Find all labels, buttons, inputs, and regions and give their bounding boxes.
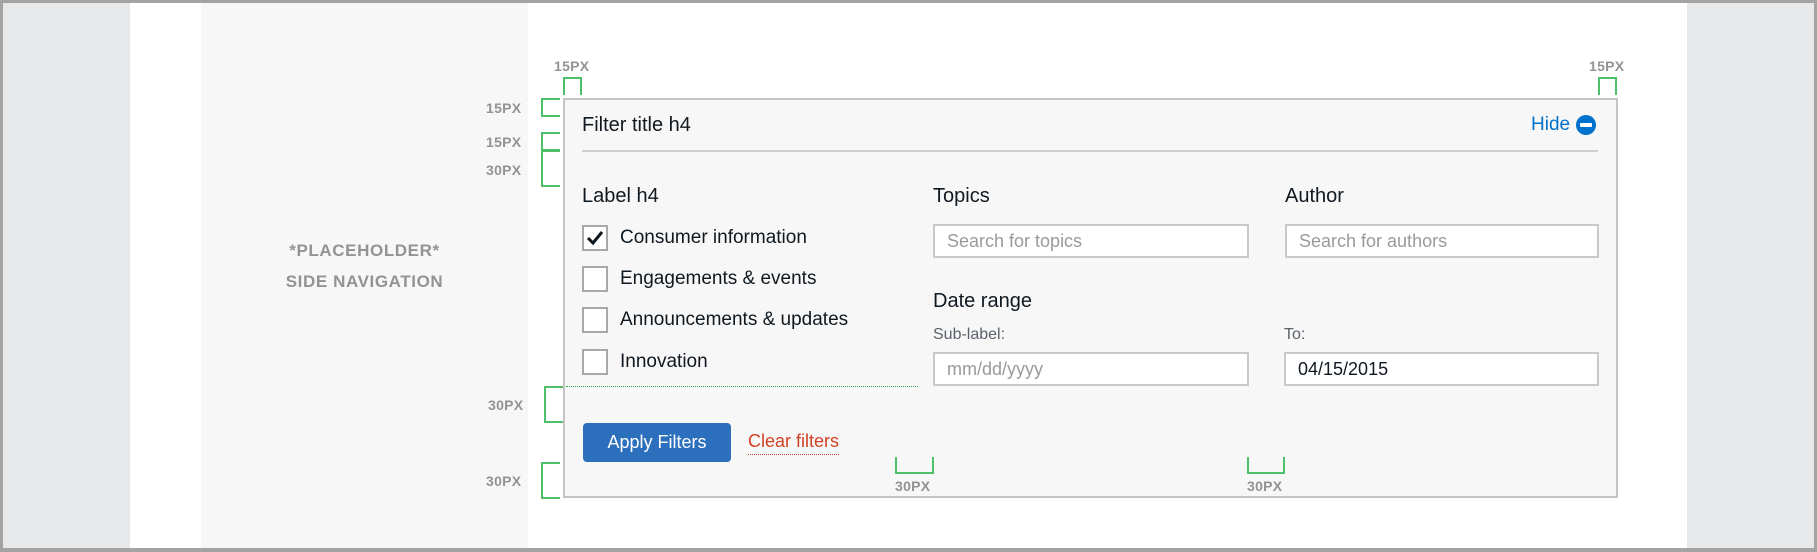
date-to-input[interactable] — [1284, 352, 1599, 386]
checkbox-label: Consumer information — [620, 227, 807, 248]
checkbox[interactable] — [582, 349, 608, 375]
hide-filters-link[interactable]: Hide — [1531, 114, 1597, 136]
checkbox-announcements-updates[interactable]: Announcements & updates — [582, 307, 848, 333]
checkbox-label: Innovation — [620, 351, 708, 372]
annotation-bracket — [541, 98, 560, 117]
hide-label: Hide — [1531, 114, 1571, 135]
annotation-top-right: 15PX — [1589, 58, 1625, 74]
checkbox-label: Announcements & updates — [620, 309, 849, 330]
annotation-bracket — [541, 132, 560, 151]
annotation-header-bottom: 15PX — [486, 134, 522, 150]
date-range-label: Date range — [933, 290, 1032, 312]
apply-filters-button[interactable]: Apply Filters — [583, 423, 731, 462]
checkbox[interactable] — [582, 266, 608, 292]
annotation-top-left: 15PX — [554, 58, 590, 74]
checkbox[interactable] — [582, 307, 608, 333]
checkbox-label: Engagements & events — [620, 268, 817, 289]
date-to-label: To: — [1284, 326, 1306, 343]
sidebar-placeholder-label: *PLACEHOLDER* — [289, 241, 440, 260]
annotation-bracket — [895, 457, 934, 474]
filter-title: Filter title h4 — [582, 114, 691, 136]
checkbox-group-label: Label h4 — [582, 185, 659, 207]
clear-filters-link[interactable]: Clear filters — [748, 431, 840, 455]
left-gutter — [3, 3, 130, 548]
annotation-bracket — [1598, 77, 1617, 95]
checkbox-consumer-information[interactable]: Consumer information — [582, 225, 807, 251]
checkmark-icon — [586, 231, 604, 246]
annotation-bracket — [541, 150, 560, 187]
annotation-label-gap: 30PX — [486, 162, 522, 178]
annotation-actions-gap: 30PX — [488, 397, 524, 413]
annotation-header-top: 15PX — [486, 100, 522, 116]
annotation-bracket — [544, 386, 563, 423]
minus-circle-icon — [1576, 115, 1597, 135]
checkbox-innovation[interactable]: Innovation — [582, 349, 708, 375]
date-from-input[interactable] — [933, 352, 1249, 386]
annotation-bottom-gap: 30PX — [486, 473, 522, 489]
author-search-input[interactable] — [1285, 224, 1599, 258]
annotation-bracket — [541, 462, 560, 499]
right-gutter — [1687, 3, 1814, 548]
annotation-bracket — [563, 77, 582, 95]
author-label: Author — [1285, 185, 1344, 207]
header-divider — [582, 150, 1598, 152]
annotation-col-gap-1: 30PX — [895, 478, 931, 494]
checkbox[interactable] — [582, 225, 608, 251]
annotation-guide-line — [566, 386, 918, 387]
side-navigation-placeholder: *PLACEHOLDER* SIDE NAVIGATION — [201, 3, 528, 548]
topics-search-input[interactable] — [933, 224, 1249, 258]
annotation-bracket — [1247, 457, 1285, 474]
checkbox-engagements-events[interactable]: Engagements & events — [582, 266, 816, 292]
annotation-col-gap-2: 30PX — [1247, 478, 1283, 494]
topics-label: Topics — [933, 185, 990, 207]
sidebar-nav-label: SIDE NAVIGATION — [285, 272, 444, 291]
date-from-label: Sub-label: — [933, 326, 1006, 343]
